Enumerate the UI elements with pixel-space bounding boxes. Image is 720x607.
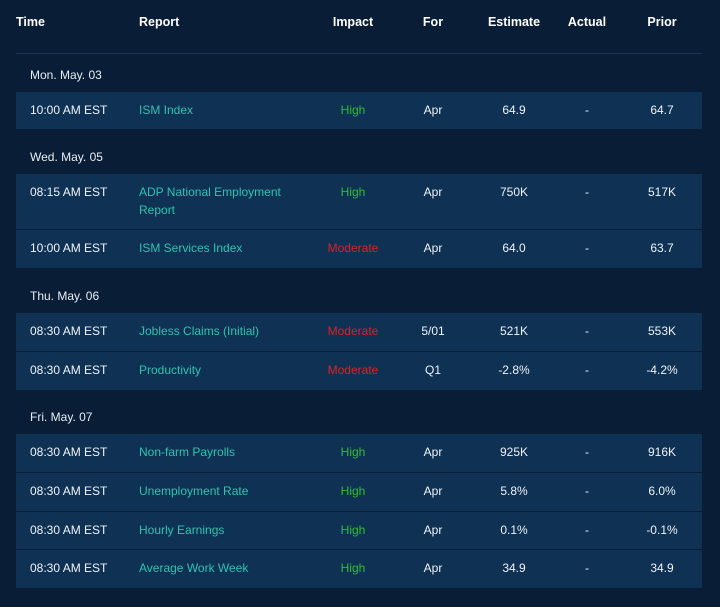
row-estimate: 925K (499, 445, 529, 459)
table-row[interactable]: 08:30 AM EST Productivity Moderate Q1 -2… (16, 351, 702, 390)
report-link[interactable]: Hourly Earnings (139, 521, 309, 539)
report-line: ADP National Employment (139, 185, 281, 199)
row-time: 08:15 AM EST (30, 185, 108, 199)
table-header: Time Report Impact For Estimate Actual P… (16, 0, 702, 54)
date-heading: Wed. May. 05 (30, 150, 103, 164)
row-actual: - (585, 185, 589, 199)
header-impact[interactable]: Impact (308, 15, 398, 29)
row-time: 08:30 AM EST (30, 363, 108, 377)
row-prior: 517K (647, 185, 677, 199)
row-prior: 553K (647, 324, 677, 338)
report-link[interactable]: Productivity (139, 361, 309, 379)
impact-badge: High (340, 561, 366, 575)
row-time: 08:30 AM EST (30, 324, 108, 338)
row-estimate: -2.8% (498, 363, 530, 377)
row-actual: - (585, 103, 589, 117)
row-for: Apr (423, 523, 443, 537)
table-row[interactable]: 08:30 AM EST Non-farm Payrolls High Apr … (16, 434, 702, 472)
row-for: Apr (423, 103, 443, 117)
row-estimate: 0.1% (500, 523, 528, 537)
row-prior: 63.7 (650, 241, 674, 255)
table-row[interactable]: 10:00 AM EST ISM Index High Apr 64.9 - 6… (16, 92, 702, 129)
report-link[interactable]: ADP National Employment Report (139, 183, 309, 219)
impact-badge: High (340, 523, 366, 537)
row-for: Q1 (424, 363, 441, 377)
row-time: 10:00 AM EST (30, 241, 108, 255)
impact-badge: High (340, 484, 366, 498)
row-prior: 64.7 (650, 103, 674, 117)
table-row[interactable]: 08:30 AM EST Average Work Week High Apr … (16, 549, 702, 588)
impact-badge: High (340, 185, 366, 199)
header-report[interactable]: Report (139, 15, 309, 29)
row-estimate: 34.9 (502, 561, 526, 575)
impact-badge: Moderate (327, 363, 379, 377)
row-time: 08:30 AM EST (30, 445, 108, 459)
report-line: Report (139, 203, 176, 217)
row-for: Apr (423, 561, 443, 575)
date-heading: Fri. May. 07 (30, 410, 93, 424)
report-link[interactable]: Unemployment Rate (139, 482, 309, 500)
table-row[interactable]: 08:30 AM EST Jobless Claims (Initial) Mo… (16, 313, 702, 351)
report-link[interactable]: Jobless Claims (Initial) (139, 322, 309, 340)
report-link[interactable]: ISM Services Index (139, 239, 309, 257)
row-actual: - (585, 561, 589, 575)
row-time: 08:30 AM EST (30, 561, 108, 575)
impact-badge: Moderate (327, 241, 379, 255)
header-prior[interactable]: Prior (624, 15, 700, 29)
row-prior: 34.9 (650, 561, 674, 575)
table-row[interactable]: 08:30 AM EST Hourly Earnings High Apr 0.… (16, 511, 702, 550)
row-estimate: 5.8% (500, 484, 528, 498)
header-for[interactable]: For (406, 15, 460, 29)
row-for: Apr (423, 445, 443, 459)
row-prior: 6.0% (648, 484, 676, 498)
report-link[interactable]: ISM Index (139, 101, 309, 119)
row-estimate: 521K (499, 324, 529, 338)
row-time: 08:30 AM EST (30, 523, 108, 537)
row-for: 5/01 (421, 324, 445, 338)
row-actual: - (585, 363, 589, 377)
row-estimate: 750K (499, 185, 529, 199)
row-prior: 916K (647, 445, 677, 459)
report-link[interactable]: Non-farm Payrolls (139, 443, 309, 461)
impact-badge: High (340, 103, 366, 117)
table-row[interactable]: 10:00 AM EST ISM Services Index Moderate… (16, 229, 702, 268)
row-actual: - (585, 241, 589, 255)
date-heading: Mon. May. 03 (30, 68, 102, 82)
row-prior: -0.1% (646, 523, 678, 537)
table-row[interactable]: 08:15 AM EST ADP National Employment Rep… (16, 174, 702, 229)
header-estimate[interactable]: Estimate (474, 15, 554, 29)
header-time[interactable]: Time (16, 15, 126, 29)
row-actual: - (585, 324, 589, 338)
impact-badge: Moderate (327, 324, 379, 338)
row-estimate: 64.9 (502, 103, 526, 117)
row-time: 08:30 AM EST (30, 484, 108, 498)
row-for: Apr (423, 484, 443, 498)
header-actual[interactable]: Actual (552, 15, 622, 29)
row-actual: - (585, 484, 589, 498)
row-for: Apr (423, 241, 443, 255)
date-heading: Thu. May. 06 (30, 289, 100, 303)
row-estimate: 64.0 (502, 241, 526, 255)
row-time: 10:00 AM EST (30, 103, 108, 117)
report-link[interactable]: Average Work Week (139, 559, 309, 577)
row-prior: -4.2% (646, 363, 678, 377)
row-actual: - (585, 523, 589, 537)
table-row[interactable]: 08:30 AM EST Unemployment Rate High Apr … (16, 472, 702, 512)
row-actual: - (585, 445, 589, 459)
row-for: Apr (423, 185, 443, 199)
impact-badge: High (340, 445, 366, 459)
